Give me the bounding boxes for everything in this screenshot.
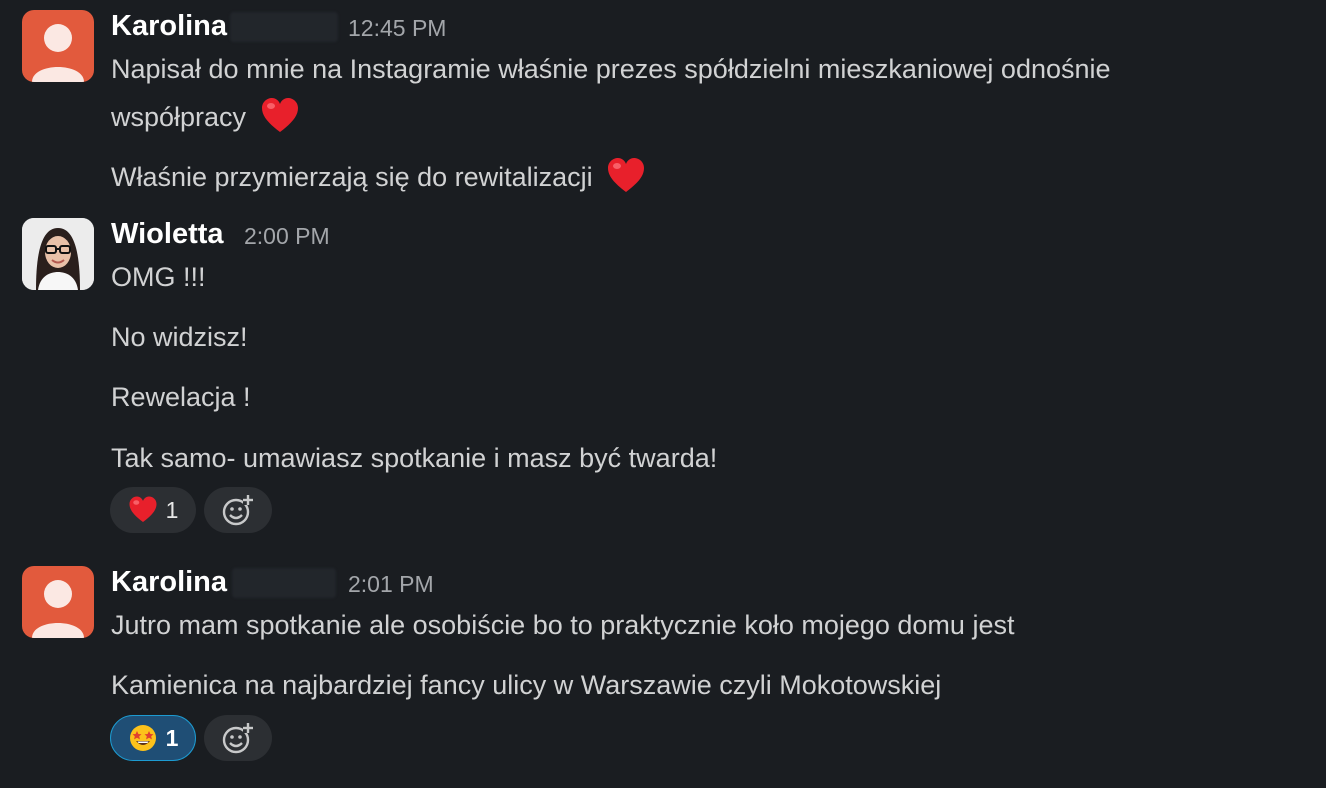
add-emoji-icon — [222, 495, 253, 526]
message-author[interactable]: Karolina — [111, 10, 227, 43]
message-timestamp[interactable]: 2:00 PM — [244, 223, 330, 250]
star-struck-emoji-icon — [129, 725, 156, 751]
message-timestamp[interactable]: 2:01 PM — [348, 571, 434, 598]
profile-photo — [22, 218, 94, 290]
user-avatar[interactable] — [22, 566, 94, 638]
add-emoji-icon — [222, 723, 253, 754]
message-text: współpracy — [111, 96, 300, 136]
message-timestamp[interactable]: 12:45 PM — [348, 15, 446, 42]
message-text: OMG !!! — [111, 262, 206, 292]
message-text: Jutro mam spotkanie ale osobiście bo to … — [111, 610, 1015, 640]
heart-emoji-icon — [129, 496, 157, 522]
message-text: Napisał do mnie na Instagramie właśnie p… — [111, 54, 1111, 84]
message-text: Tak samo- umawiasz spotkanie i masz być … — [111, 443, 718, 473]
reaction-pill[interactable]: 1 — [110, 715, 196, 761]
user-avatar[interactable] — [22, 218, 94, 290]
add-reaction-button[interactable] — [204, 715, 272, 761]
reaction-pill[interactable]: 1 — [110, 487, 196, 533]
message-text: Właśnie przymierzają się do rewitalizacj… — [111, 156, 646, 196]
message-text: Rewelacja ! — [111, 382, 251, 412]
message-text: No widzisz! — [111, 322, 248, 352]
redacted-surname — [230, 12, 338, 42]
message-text: Kamienica na najbardziej fancy ulicy w W… — [111, 670, 942, 700]
heart-emoji-icon — [261, 98, 298, 132]
redacted-surname — [232, 568, 336, 598]
reaction-count: 1 — [165, 724, 179, 751]
message-author[interactable]: Wioletta — [111, 218, 224, 251]
default-avatar-icon — [32, 24, 84, 82]
message-author[interactable]: Karolina — [111, 566, 227, 599]
user-avatar[interactable] — [22, 10, 94, 82]
heart-emoji-icon — [608, 158, 645, 192]
reaction-count: 1 — [165, 496, 179, 523]
default-avatar-icon — [32, 580, 84, 638]
add-reaction-button[interactable] — [204, 487, 272, 533]
